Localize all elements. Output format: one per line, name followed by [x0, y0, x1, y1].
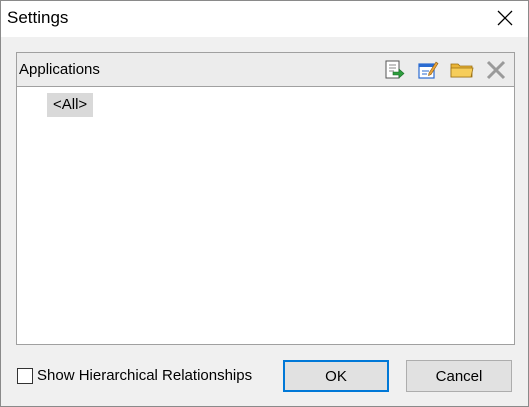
- show-hierarchical-checkbox-row[interactable]: Show Hierarchical Relationships: [17, 367, 252, 385]
- edit-icon: [418, 61, 439, 79]
- panel-toolbar: [382, 58, 508, 82]
- close-button[interactable]: [482, 1, 528, 35]
- show-hierarchical-label: Show Hierarchical Relationships: [37, 367, 253, 384]
- export-icon: [385, 60, 405, 79]
- delete-icon: [486, 60, 506, 80]
- title-bar: Settings: [1, 1, 528, 37]
- window-title: Settings: [7, 8, 69, 27]
- close-icon: [497, 10, 513, 26]
- delete-button[interactable]: [484, 58, 508, 82]
- cancel-button[interactable]: Cancel: [406, 360, 512, 392]
- panel-header: Applications: [17, 53, 514, 87]
- list-item-all[interactable]: <All>: [47, 93, 94, 117]
- ok-button[interactable]: OK: [283, 360, 389, 392]
- settings-dialog: Settings Applications <All> Show Hierarc…: [0, 0, 529, 407]
- edit-button[interactable]: [416, 58, 440, 82]
- panel-header-label: Applications: [19, 61, 100, 78]
- folder-icon: [450, 63, 474, 78]
- applications-panel: Applications <All>: [16, 52, 515, 345]
- folder-button[interactable]: [450, 58, 474, 82]
- applications-list[interactable]: <All>: [17, 87, 514, 344]
- export-button[interactable]: [382, 58, 406, 82]
- show-hierarchical-checkbox[interactable]: [17, 368, 33, 384]
